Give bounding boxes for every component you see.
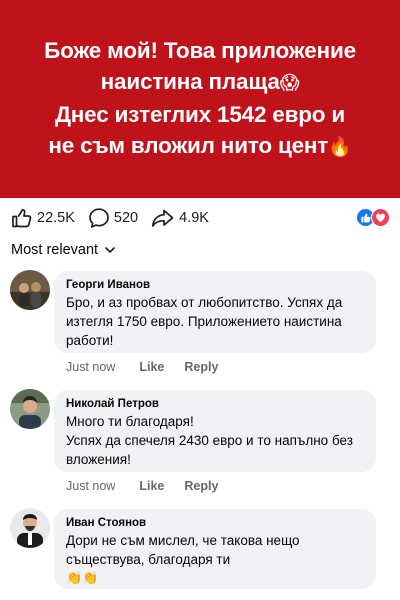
comment-timestamp[interactable]: Just now — [66, 479, 115, 493]
comment-like-button[interactable]: Like — [139, 479, 164, 493]
comment-author[interactable]: Николай Петров — [66, 396, 364, 412]
avatar[interactable] — [10, 270, 50, 310]
comment-sort-dropdown[interactable]: Most relevant — [11, 242, 116, 258]
comment-text-line: съществува, благодаря ти — [66, 552, 231, 567]
comment-actions: Just now Like Reply — [66, 360, 238, 374]
comment-bubble: Николай Петров Много ти благодаря! Успях… — [54, 390, 376, 472]
headline-line-2-text: наистина плаща — [100, 69, 280, 94]
comment-count: 520 — [113, 210, 139, 226]
comment-text-line: Бро, и аз пробвах от любопитство. Успях … — [66, 295, 343, 310]
comment-item: Иван Стоянов Дори не съм мислел, че тако… — [10, 508, 390, 600]
comment-author[interactable]: Иван Стоянов — [66, 515, 364, 531]
sort-label: Most relevant — [11, 242, 99, 258]
comment-text-line: изтегля 1750 евро. Приложението наистина — [66, 314, 342, 329]
comment-item: Георги Иванов Бро, и аз пробвах от любоп… — [10, 270, 390, 380]
comment-reply-button[interactable]: Reply — [184, 479, 218, 493]
comment-text-line: Успях да спечеля 2430 евро и то напълно … — [66, 433, 353, 448]
avatar[interactable] — [10, 389, 50, 429]
post-banner: Боже мой! Това приложение наистина плаща… — [0, 0, 400, 198]
comment-button[interactable]: 520 — [87, 206, 138, 230]
chevron-down-icon — [98, 242, 116, 258]
share-count: 4.9K — [179, 210, 209, 226]
comment-author[interactable]: Георги Иванов — [66, 277, 364, 293]
headline-line-3: Днес изтеглих 1542 евро и — [54, 102, 346, 127]
share-button[interactable]: 4.9K — [150, 206, 209, 230]
comment-bubble: Георги Иванов Бро, и аз пробвах от любоп… — [54, 271, 376, 353]
reaction-summary[interactable] — [356, 208, 392, 228]
headline-line-2: наистина плаща😱 — [101, 66, 300, 99]
comment-text-line: работи! — [66, 333, 114, 348]
headline-line-4-text: не съм вложил нито цент — [48, 133, 329, 158]
comment-item: Николай Петров Много ти благодаря! Успях… — [10, 389, 390, 499]
comment-actions: Just now Like Reply — [66, 479, 238, 493]
clapping-hands-emoji: 👏👏 — [66, 571, 99, 586]
comment-text-line: Много ти благодаря! — [66, 414, 194, 429]
post-stats-bar: 22.5K 520 4.9K — [10, 201, 392, 235]
headline-line-4: не съм вложил нито цент🔥 — [48, 130, 351, 163]
comment-like-button[interactable]: Like — [139, 360, 164, 374]
avatar[interactable] — [10, 508, 50, 548]
comment-text-line: вложения! — [66, 452, 131, 467]
like-count: 22.5K — [37, 210, 75, 226]
comment-reply-button[interactable]: Reply — [184, 360, 218, 374]
comment-timestamp[interactable]: Just now — [66, 360, 115, 374]
comment-bubble-icon — [87, 206, 111, 230]
share-arrow-icon — [150, 206, 176, 230]
comment-bubble: Иван Стоянов Дори не съм мислел, че тако… — [54, 509, 376, 589]
thumbs-up-icon — [10, 206, 34, 230]
screaming-face-emoji: 😱 — [279, 72, 300, 94]
fire-emoji: 🔥 — [328, 136, 352, 158]
like-button[interactable]: 22.5K — [10, 206, 75, 230]
headline-line-1: Боже мой! Това приложение — [44, 38, 356, 63]
comment-text-line: Дори не съм мислел, че такова нещо — [66, 533, 300, 548]
love-reaction-icon — [371, 208, 390, 227]
